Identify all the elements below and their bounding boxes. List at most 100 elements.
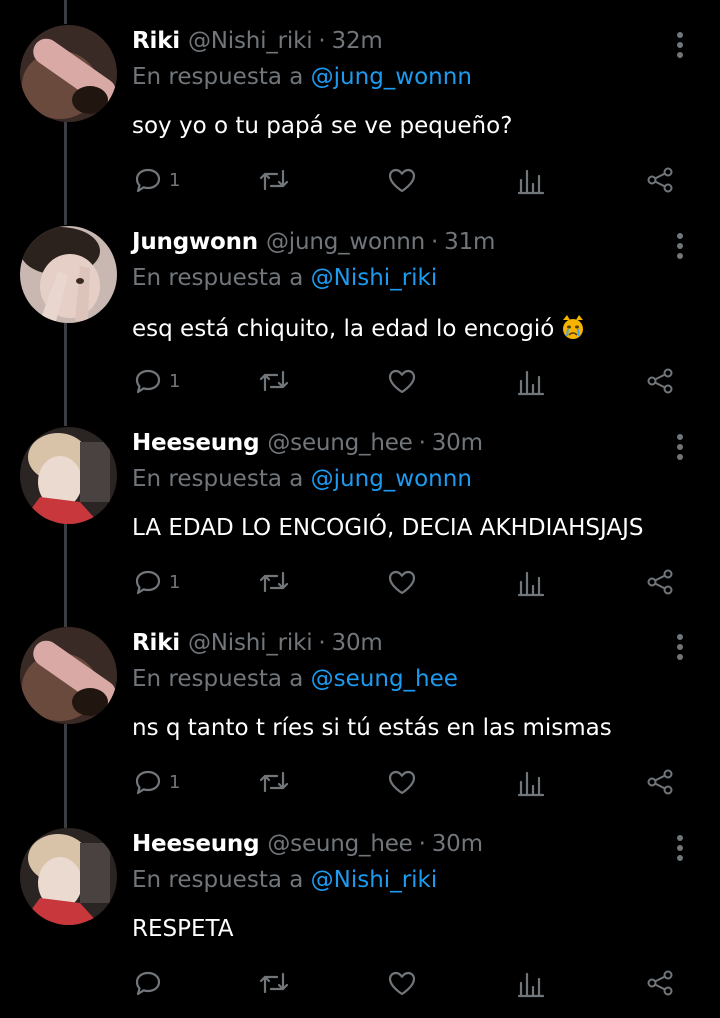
- analytics-icon: [517, 370, 545, 396]
- share-button[interactable]: [645, 361, 675, 401]
- tweet-header: Riki @Nishi_riki · 30m: [132, 630, 383, 664]
- reply-icon: [135, 770, 161, 795]
- reply-mention[interactable]: @Nishi_riki: [311, 867, 438, 893]
- analytics-button[interactable]: [517, 562, 545, 602]
- analytics-icon: [517, 771, 545, 797]
- avatar[interactable]: [20, 25, 117, 122]
- reply-mention[interactable]: @jung_wonnn: [311, 64, 472, 90]
- more-options-icon[interactable]: [670, 30, 690, 64]
- heeseung-avatar-icon: [20, 828, 117, 925]
- timestamp[interactable]: 30m: [432, 831, 483, 857]
- replying-to: En respuesta a @jung_wonnn: [132, 466, 472, 492]
- like-button[interactable]: [387, 762, 417, 802]
- reply-mention[interactable]: @seung_hee: [311, 666, 458, 692]
- user-handle[interactable]: @Nishi_riki: [188, 630, 313, 656]
- reply-icon: [135, 369, 161, 394]
- analytics-icon: [517, 571, 545, 597]
- tweet-header: Riki @Nishi_riki · 32m: [132, 28, 383, 62]
- tweet-text: soy yo o tu papá se ve pequeño?: [132, 113, 513, 139]
- display-name[interactable]: Riki: [132, 28, 180, 54]
- user-handle[interactable]: @seung_hee: [267, 430, 412, 456]
- heart-icon: [388, 971, 416, 996]
- tweet-actions: 1: [0, 160, 720, 200]
- retweet-icon: [259, 571, 289, 593]
- replying-to-label: En respuesta a: [132, 466, 304, 492]
- replying-to-label: En respuesta a: [132, 867, 304, 893]
- like-button[interactable]: [387, 963, 417, 1003]
- tweet-text: LA EDAD LO ENCOGIÓ, DECIA AKHDIAHSJAJS: [132, 515, 644, 541]
- replying-to-label: En respuesta a: [132, 666, 304, 692]
- tweet-actions: [0, 963, 720, 1003]
- retweet-button[interactable]: [257, 963, 291, 1003]
- display-name[interactable]: Riki: [132, 630, 180, 656]
- heart-icon: [388, 168, 416, 193]
- avatar[interactable]: [20, 226, 117, 323]
- reply-button[interactable]: 1: [133, 361, 180, 401]
- reply-button[interactable]: 1: [133, 562, 180, 602]
- replying-to: En respuesta a @Nishi_riki: [132, 867, 437, 893]
- share-icon: [647, 167, 673, 193]
- display-name[interactable]: Jungwonn: [132, 229, 258, 255]
- analytics-button[interactable]: [517, 361, 545, 401]
- tweet-text: ns q tanto t ríes si tú estás en las mis…: [132, 715, 612, 741]
- replying-to: En respuesta a @Nishi_riki: [132, 265, 437, 291]
- reply-icon: [135, 168, 161, 193]
- tweet-actions: 1: [0, 361, 720, 401]
- retweet-button[interactable]: [257, 160, 291, 200]
- reply-mention[interactable]: @Nishi_riki: [311, 265, 438, 291]
- like-button[interactable]: [387, 361, 417, 401]
- reply-mention[interactable]: @jung_wonnn: [311, 466, 472, 492]
- timestamp[interactable]: 30m: [332, 630, 383, 656]
- timestamp[interactable]: 30m: [432, 430, 483, 456]
- retweet-button[interactable]: [257, 762, 291, 802]
- avatar[interactable]: [20, 627, 117, 724]
- more-options-icon[interactable]: [670, 432, 690, 466]
- tweet-actions: 1: [0, 562, 720, 602]
- tweet[interactable]: Heeseung @seung_hee · 30m En respuesta a…: [0, 402, 720, 602]
- tweet-actions: 1: [0, 762, 720, 802]
- tweet[interactable]: Jungwonn @jung_wonnn · 31m En respuesta …: [0, 201, 720, 401]
- reply-count: 1: [169, 370, 181, 392]
- share-button[interactable]: [645, 963, 675, 1003]
- heart-icon: [388, 369, 416, 394]
- user-handle[interactable]: @Nishi_riki: [188, 28, 313, 54]
- tweet-text-content: esq está chiquito, la edad lo encogió: [132, 316, 555, 342]
- like-button[interactable]: [387, 562, 417, 602]
- reply-button[interactable]: 1: [133, 160, 180, 200]
- separator-dot: ·: [431, 229, 439, 255]
- avatar[interactable]: [20, 828, 117, 925]
- share-icon: [647, 368, 673, 394]
- analytics-button[interactable]: [517, 963, 545, 1003]
- more-options-icon[interactable]: [670, 231, 690, 265]
- tweet[interactable]: Heeseung @seung_hee · 30m En respuesta a…: [0, 803, 720, 1003]
- tweet[interactable]: Riki @Nishi_riki · 30m En respuesta a @s…: [0, 602, 720, 802]
- share-button[interactable]: [645, 562, 675, 602]
- heart-icon: [388, 770, 416, 795]
- timestamp[interactable]: 31m: [444, 229, 495, 255]
- user-handle[interactable]: @seung_hee: [267, 831, 412, 857]
- tweet-text: esq está chiquito, la edad lo encogió: [132, 314, 586, 342]
- share-button[interactable]: [645, 160, 675, 200]
- timestamp[interactable]: 32m: [332, 28, 383, 54]
- share-button[interactable]: [645, 762, 675, 802]
- reply-icon: [135, 971, 161, 996]
- display-name[interactable]: Heeseung: [132, 831, 260, 857]
- reply-button[interactable]: [133, 963, 169, 1003]
- user-handle[interactable]: @jung_wonnn: [266, 229, 425, 255]
- analytics-button[interactable]: [517, 762, 545, 802]
- analytics-button[interactable]: [517, 160, 545, 200]
- retweet-button[interactable]: [257, 361, 291, 401]
- like-button[interactable]: [387, 160, 417, 200]
- more-options-icon[interactable]: [670, 833, 690, 867]
- separator-dot: ·: [418, 831, 426, 857]
- tweet-header: Heeseung @seung_hee · 30m: [132, 831, 483, 865]
- tweet[interactable]: Riki @Nishi_riki · 32m En respuesta a @j…: [0, 0, 720, 200]
- reply-button[interactable]: 1: [133, 762, 180, 802]
- share-icon: [647, 569, 673, 595]
- more-options-icon[interactable]: [670, 632, 690, 666]
- avatar[interactable]: [20, 427, 117, 524]
- share-icon: [647, 970, 673, 996]
- display-name[interactable]: Heeseung: [132, 430, 260, 456]
- retweet-button[interactable]: [257, 562, 291, 602]
- retweet-icon: [259, 370, 289, 392]
